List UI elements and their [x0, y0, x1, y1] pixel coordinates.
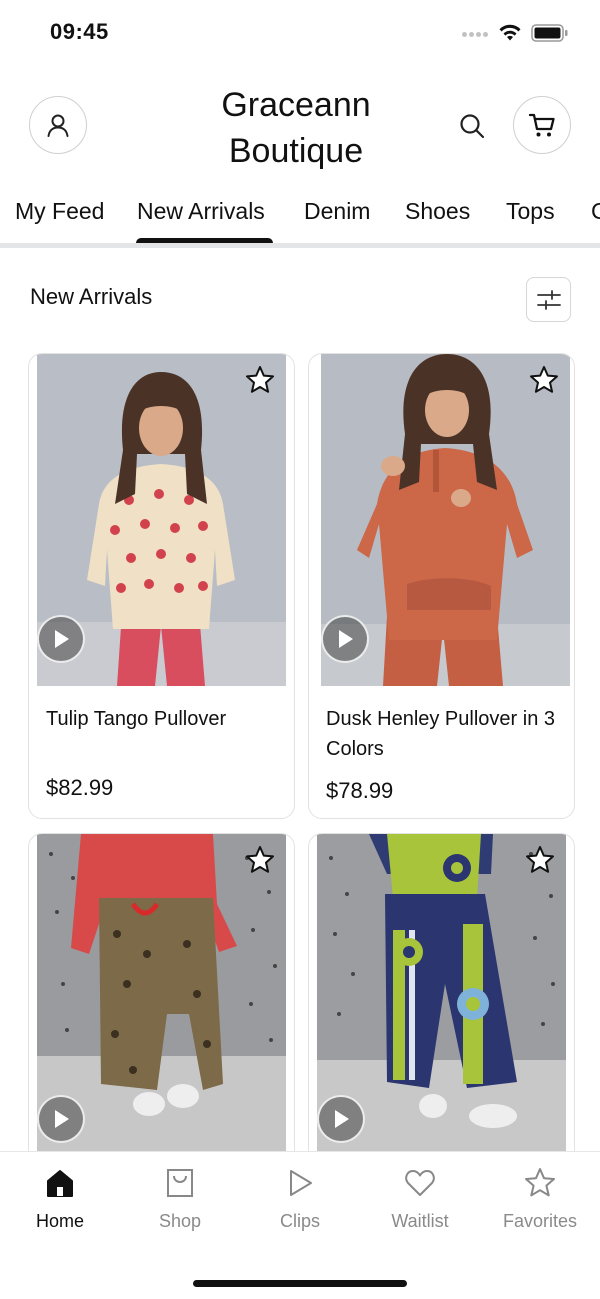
favorite-toggle[interactable]: [242, 842, 278, 878]
play-icon: [335, 1110, 349, 1128]
category-tabs: My Feed New Arrivals Denim Shoes Tops C: [0, 186, 600, 248]
sliders-icon: [536, 289, 561, 310]
app-header: Graceann Boutique: [0, 66, 600, 186]
product-card[interactable]: Dusk Henley Pullover in 3 Colors $78.99: [308, 353, 575, 819]
play-icon: [55, 630, 69, 648]
play-icon: [339, 630, 353, 648]
product-price: $82.99: [46, 775, 114, 800]
brand-line-2: Boutique: [228, 132, 364, 170]
tab-next-partial[interactable]: C: [591, 198, 600, 225]
nav-label-clips: Clips: [279, 1211, 320, 1231]
favorite-toggle[interactable]: [242, 362, 278, 398]
heart-icon: [405, 1170, 435, 1196]
signal-dots-icon: [462, 32, 490, 38]
favorite-toggle[interactable]: [526, 362, 562, 398]
brand-line-1: Graceann: [221, 86, 371, 124]
star-outline-icon: [246, 846, 274, 873]
play-video-button[interactable]: [317, 1095, 365, 1143]
tab-denim[interactable]: Denim: [304, 198, 370, 225]
product-image[interactable]: [37, 354, 286, 686]
brand-name[interactable]: Graceann Boutique: [180, 82, 412, 174]
bottom-nav: Home Shop Clips Waitlist Favorites: [0, 1151, 600, 1299]
product-image[interactable]: [37, 834, 286, 1166]
filter-button[interactable]: [526, 277, 571, 322]
star-icon: [525, 1168, 555, 1197]
status-bar: 09:45: [0, 0, 600, 66]
play-icon: [290, 1170, 312, 1196]
nav-label-favorites: Favorites: [502, 1211, 578, 1231]
tab-shoes[interactable]: Shoes: [405, 198, 470, 225]
product-image[interactable]: [317, 834, 566, 1166]
search-button[interactable]: [454, 108, 490, 144]
product-price: $78.99: [326, 778, 394, 803]
favorite-toggle[interactable]: [522, 842, 558, 878]
cart-button[interactable]: [513, 96, 571, 154]
tab-new-arrivals[interactable]: New Arrivals: [137, 198, 265, 225]
play-video-button[interactable]: [37, 1095, 85, 1143]
account-button[interactable]: [29, 96, 87, 154]
section-title: New Arrivals: [30, 284, 153, 309]
battery-icon: [531, 24, 568, 42]
account-icon: [47, 114, 69, 137]
tab-my-feed[interactable]: My Feed: [15, 198, 104, 225]
nav-shop[interactable]: Shop: [120, 1166, 240, 1246]
product-card[interactable]: Tulip Tango Pullover $82.99: [28, 353, 295, 819]
play-video-button[interactable]: [37, 615, 85, 663]
home-icon: [47, 1170, 73, 1197]
search-icon: [460, 114, 485, 139]
product-name[interactable]: Dusk Henley Pullover in 3 Colors: [326, 704, 561, 764]
nav-favorites[interactable]: Favorites: [480, 1166, 600, 1246]
star-outline-icon: [526, 846, 554, 873]
shopping-bag-icon: [167, 1169, 193, 1197]
cart-icon: [528, 113, 555, 137]
nav-home[interactable]: Home: [0, 1166, 120, 1246]
nav-waitlist[interactable]: Waitlist: [360, 1166, 480, 1246]
product-image[interactable]: [321, 354, 570, 686]
play-video-button[interactable]: [321, 615, 369, 663]
selected-tab-indicator: [136, 238, 273, 243]
nav-label-home: Home: [35, 1211, 84, 1231]
nav-clips[interactable]: Clips: [240, 1166, 360, 1246]
star-outline-icon: [530, 366, 558, 393]
nav-label-shop: Shop: [158, 1211, 202, 1231]
home-indicator[interactable]: [193, 1280, 407, 1287]
wifi-icon: [499, 24, 521, 41]
nav-label-waitlist: Waitlist: [391, 1211, 449, 1231]
product-name[interactable]: Tulip Tango Pullover: [46, 704, 281, 734]
tab-tops[interactable]: Tops: [506, 198, 555, 225]
star-outline-icon: [246, 366, 274, 393]
play-icon: [55, 1110, 69, 1128]
status-time: 09:45: [50, 19, 109, 44]
